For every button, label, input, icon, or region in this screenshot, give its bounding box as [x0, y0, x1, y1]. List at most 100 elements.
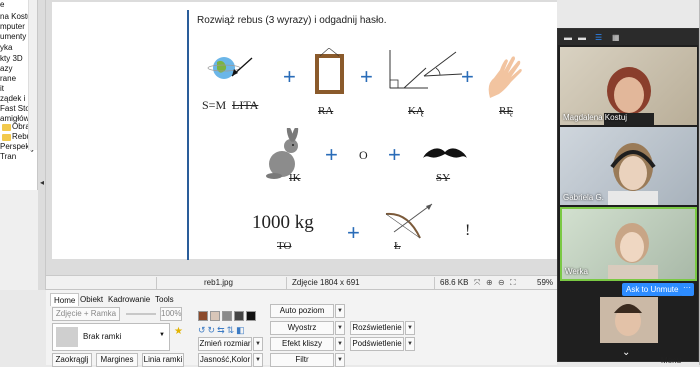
- resize-button[interactable]: Zmień rozmiar: [198, 337, 252, 351]
- color-swatch[interactable]: [210, 311, 220, 321]
- chevron-down-icon[interactable]: ▼: [253, 337, 263, 351]
- video-call-panel: ▬ ▬ ☰ ▦ Magdalena Kostuj Gabriela G. Wer…: [557, 28, 699, 362]
- more-options-button[interactable]: ···: [680, 283, 694, 296]
- tree-item[interactable]: rane: [0, 74, 16, 84]
- status-filesize: 68.6 KB: [440, 278, 469, 287]
- chevron-down-icon[interactable]: ⌄: [622, 347, 630, 358]
- clue-re: RĘ: [499, 105, 514, 117]
- participant-video: [608, 223, 658, 279]
- color-swatch[interactable]: [246, 311, 256, 321]
- collapse-arrow-icon[interactable]: ◂: [40, 178, 44, 187]
- folder-tree[interactable]: e na Kostu mputer umenty yka kty 3D azy …: [0, 0, 38, 190]
- frame-slider[interactable]: [126, 313, 156, 315]
- tree-item[interactable]: yka: [0, 43, 12, 53]
- fullscreen-icon[interactable]: ⛶: [510, 278, 516, 288]
- clue-ik: IK: [289, 172, 301, 184]
- tree-item[interactable]: azy: [0, 64, 12, 74]
- folder-icon: [2, 134, 11, 141]
- bow-icon: [385, 203, 433, 239]
- chevron-down-icon[interactable]: ▼: [335, 304, 345, 318]
- divider-line: [187, 10, 189, 260]
- angles-icon: [389, 50, 463, 89]
- sharpen-button[interactable]: Wyostrz: [270, 321, 334, 335]
- status-separator: [156, 277, 157, 289]
- weight-1000kg: 1000 kg: [252, 212, 314, 233]
- tree-item[interactable]: e: [0, 0, 4, 10]
- clue-l: Ł: [394, 240, 401, 252]
- participant-tile[interactable]: Gabriela G.: [560, 127, 697, 205]
- zoom-out-icon[interactable]: ⊖: [498, 278, 505, 287]
- mustache-icon: [423, 148, 467, 158]
- status-separator: [286, 277, 287, 289]
- highlight-button[interactable]: Podświetlenie: [350, 337, 404, 351]
- fit-icon[interactable]: ⤧: [474, 278, 480, 288]
- tab-object[interactable]: Obiekt: [77, 293, 106, 306]
- star-icon[interactable]: ★: [174, 326, 183, 337]
- tab-crop[interactable]: Kadrowanie: [105, 293, 153, 306]
- status-zoom: 59%: [537, 278, 554, 287]
- clue-sy: SY: [436, 172, 451, 184]
- panel-toolbar: ▬ ▬ ☰ ▦: [558, 29, 698, 45]
- frame-percent[interactable]: 100%: [160, 307, 182, 321]
- rebus-image: Rozwiąż rebus (3 wyrazy) i odgadnij hasł…: [52, 2, 557, 260]
- folder-icon: [2, 124, 11, 131]
- clue-ra: RA: [318, 105, 334, 117]
- ribbon-toolbar: Home Obiekt Kadrowanie Tools Zdjęcie + R…: [46, 289, 557, 367]
- letter-o: O: [359, 148, 368, 162]
- participant-tile[interactable]: Magdalena Kostuj: [560, 47, 697, 125]
- tree-item[interactable]: na Kostu: [0, 12, 32, 22]
- menu-label[interactable]: Menu: [661, 356, 681, 365]
- clue-sm: S=M: [202, 98, 227, 112]
- plus-sign: +: [347, 220, 360, 245]
- tree-item[interactable]: umenty: [0, 32, 26, 42]
- panel-splitter[interactable]: [38, 0, 46, 290]
- participant-name: Werka: [565, 267, 588, 276]
- picture-frame-icon: [315, 48, 344, 94]
- tree-item[interactable]: ządek i: [0, 94, 25, 104]
- zoom-in-icon[interactable]: ⊕: [486, 278, 493, 287]
- plus-sign: +: [325, 142, 338, 167]
- status-dimensions: Zdjęcie 1804 x 691: [292, 278, 360, 287]
- chevron-down-icon[interactable]: ▼: [335, 321, 345, 335]
- plus-sign: +: [388, 142, 401, 167]
- chevron-down-icon[interactable]: ▼: [335, 337, 345, 351]
- exposure-button[interactable]: Rozświetlenie: [350, 321, 404, 335]
- speaker-view-icon[interactable]: ☰: [595, 33, 602, 42]
- chevron-down-icon[interactable]: ▼: [405, 337, 415, 351]
- color-swatch[interactable]: [234, 311, 244, 321]
- status-filename: reb1.jpg: [204, 278, 233, 287]
- clue-to: TO: [277, 240, 292, 252]
- exclamation-mark: !: [465, 222, 471, 239]
- tree-scrollbar[interactable]: [28, 0, 37, 150]
- clue-lita: LITA: [232, 98, 259, 112]
- chevron-down-icon[interactable]: ⌄: [29, 146, 35, 154]
- participant-video: [600, 297, 658, 343]
- gallery-view-icon[interactable]: ▦: [612, 33, 620, 42]
- film-effect-button[interactable]: Efekt kliszy: [270, 337, 334, 351]
- auto-level-button[interactable]: Auto poziom: [270, 304, 334, 318]
- participant-name: Gabriela G.: [563, 193, 604, 202]
- tab-home[interactable]: Home: [50, 293, 80, 306]
- minimize-icon[interactable]: ▬: [564, 33, 572, 42]
- frame-select-label: Brak ramki: [83, 332, 122, 341]
- tree-item[interactable]: Tran: [0, 152, 16, 162]
- chevron-down-icon[interactable]: ▼: [405, 321, 415, 335]
- participant-video: [608, 143, 658, 205]
- participant-tile-active[interactable]: Werka: [560, 207, 697, 281]
- tree-item[interactable]: mputer: [0, 22, 25, 32]
- chevron-down-icon[interactable]: ▼: [159, 332, 165, 338]
- tree-item[interactable]: it: [0, 84, 4, 94]
- globe-arrow-icon: [207, 57, 253, 79]
- tab-tools[interactable]: Tools: [152, 293, 177, 306]
- frame-select[interactable]: Brak ramki ▼: [52, 323, 170, 351]
- status-bar: reb1.jpg Zdjęcie 1804 x 691 68.6 KB ⤧ ⊕ …: [46, 275, 557, 289]
- color-swatch[interactable]: [198, 311, 208, 321]
- instruction-text: Rozwiąż rebus (3 wyrazy) i odgadnij hasł…: [197, 15, 387, 26]
- color-swatch[interactable]: [222, 311, 232, 321]
- layout-icon[interactable]: ▬: [578, 33, 586, 42]
- tree-item[interactable]: kty 3D: [0, 54, 23, 64]
- ask-to-unmute-button[interactable]: Ask to Unmute: [622, 283, 683, 296]
- clue-ka: KĄ: [408, 105, 424, 117]
- photo-frame-button[interactable]: Zdjęcie + Ramka: [52, 307, 120, 321]
- rotate-icons[interactable]: ↺↻⇆⇅◧: [198, 325, 247, 336]
